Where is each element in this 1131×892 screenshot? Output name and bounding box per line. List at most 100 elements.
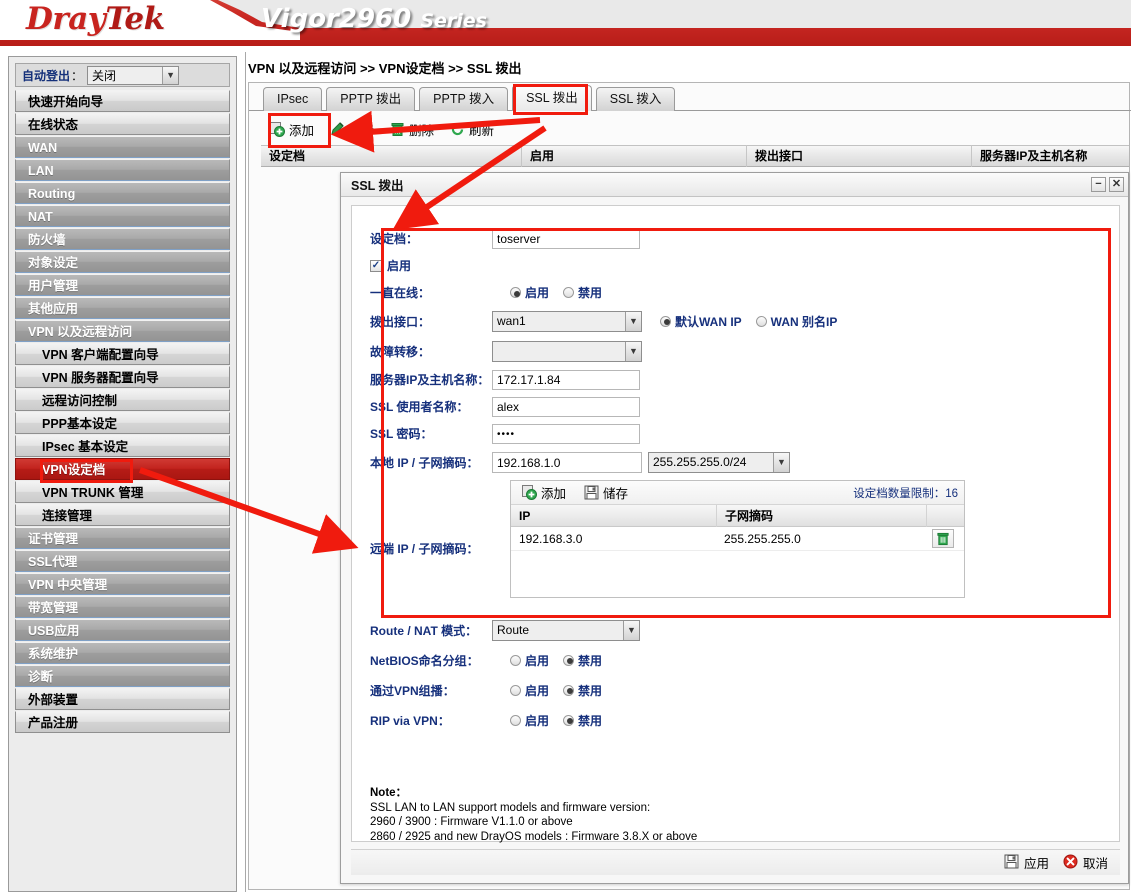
always-on-option-enable[interactable]: 启用 — [510, 284, 549, 301]
failover-select[interactable]: ▼ — [492, 340, 642, 362]
netbios-option-disable[interactable]: 禁用 — [563, 652, 602, 669]
sidebar-item-18[interactable]: 连接管理 — [15, 504, 230, 526]
tab-3[interactable]: SSL 拨出 — [512, 85, 592, 111]
sidebar-item-0[interactable]: 快速开始向导 — [15, 90, 230, 112]
ssl-password-input[interactable]: •••• — [492, 423, 640, 444]
toolbar-button-1[interactable]: 编辑 — [325, 119, 379, 140]
remote-toolbar-button-1[interactable]: 储存 — [579, 482, 633, 503]
sidebar-item-26[interactable]: 外部装置 — [15, 688, 230, 710]
sidebar-item-19[interactable]: 证书管理 — [15, 527, 230, 549]
sidebar-item-22[interactable]: 带宽管理 — [15, 596, 230, 618]
route-nat-value: Route — [497, 623, 530, 637]
multicast-radios: 启用 禁用 — [492, 682, 616, 699]
ssl-username-input[interactable]: alex — [492, 396, 640, 417]
apply-button[interactable]: 应用 — [1004, 853, 1049, 872]
logo-tek: Tek — [105, 1, 165, 37]
sidebar-item-17[interactable]: VPN TRUNK 管理 — [15, 481, 230, 503]
remote-toolbar-button-0[interactable]: 添加 — [517, 482, 571, 503]
tab-4[interactable]: SSL 拨入 — [595, 87, 676, 111]
sidebar-item-label: 诊断 — [28, 670, 54, 684]
cancel-button-label: 取消 — [1082, 857, 1108, 871]
multicast-option-enable[interactable]: 启用 — [510, 682, 549, 699]
dial-interface-value: wan1 — [497, 314, 526, 328]
list-column-header-0[interactable]: 设定档 — [261, 145, 521, 167]
list-column-header-2[interactable]: 拨出接口 — [746, 145, 971, 167]
multicast-label-text: 通过VPN组播 — [370, 683, 443, 698]
always-on-option-disable-label: 禁用 — [578, 286, 603, 300]
sidebar-item-label: 对象设定 — [28, 256, 79, 270]
sidebar-item-13[interactable]: 远程访问控制 — [15, 389, 230, 411]
multicast-option-disable[interactable]: 禁用 — [563, 682, 602, 699]
sidebar-item-2[interactable]: WAN — [15, 136, 230, 158]
list-column-header-1[interactable]: 启用 — [521, 145, 746, 167]
sidebar-item-24[interactable]: 系统维护 — [15, 642, 230, 664]
rip-option-disable-label: 禁用 — [578, 713, 603, 728]
sidebar-item-27[interactable]: 产品注册 — [15, 711, 230, 733]
sidebar-item-25[interactable]: 诊断 — [15, 665, 230, 687]
row-dial-interface: 拨出接口： wan1 ▼ 默认WAN IP WAN 别名IP — [370, 307, 1105, 335]
multicast-colon: ： — [442, 683, 455, 698]
sidebar-item-8[interactable]: 用户管理 — [15, 274, 230, 296]
sidebar-item-7[interactable]: 对象设定 — [15, 251, 230, 273]
sidebar-item-label: USB应用 — [28, 624, 80, 638]
sidebar-item-21[interactable]: VPN 中央管理 — [15, 573, 230, 595]
netbios-option-disable-label: 禁用 — [578, 653, 603, 668]
rip-option-enable[interactable]: 启用 — [510, 712, 549, 729]
auto-logout-select[interactable]: 关闭 ▼ — [87, 65, 180, 85]
server-ip-colon: ： — [477, 373, 490, 387]
route-nat-select[interactable]: Route ▼ — [492, 619, 640, 641]
sidebar-item-9[interactable]: 其他应用 — [15, 297, 230, 319]
failover-label: 故障转移： — [370, 343, 492, 360]
sidebar-item-20[interactable]: SSL代理 — [15, 550, 230, 572]
minimize-icon[interactable]: − — [1091, 177, 1106, 192]
netbios-option-enable[interactable]: 启用 — [510, 652, 549, 669]
sidebar-item-23[interactable]: USB应用 — [15, 619, 230, 641]
sidebar-item-16[interactable]: VPN设定档 — [15, 458, 230, 480]
close-icon[interactable]: ✕ — [1109, 177, 1124, 192]
draytek-logo: DrayTek — [26, 1, 165, 37]
add-icon — [270, 121, 285, 137]
sidebar-item-label: SSL代理 — [28, 555, 78, 569]
ssl-password-label-text: SSL 密码 — [370, 427, 421, 441]
sidebar-item-label: IPsec 基本设定 — [42, 440, 129, 454]
sidebar-item-label: 连接管理 — [42, 509, 93, 523]
wan-ip-default-label: 默认WAN IP — [675, 314, 742, 329]
profile-input[interactable]: toserver — [492, 228, 640, 249]
cancel-button[interactable]: 取消 — [1063, 853, 1108, 872]
trash-icon[interactable] — [932, 529, 954, 548]
sidebar-item-10[interactable]: VPN 以及远程访问 — [15, 320, 230, 342]
enable-checkbox[interactable]: ✓ 启用 — [370, 257, 492, 274]
always-on-option-disable[interactable]: 禁用 — [563, 284, 602, 301]
toolbar-button-0[interactable]: 添加 — [265, 119, 319, 140]
server-ip-input[interactable]: 172.17.1.84 — [492, 369, 640, 390]
sidebar-item-11[interactable]: VPN 客户端配置向导 — [15, 343, 230, 365]
list-column-header-3[interactable]: 服务器IP及主机名称 — [971, 145, 1129, 167]
tab-0[interactable]: IPsec — [263, 87, 323, 111]
profile-label: 设定档： — [370, 230, 492, 247]
remote-column-header-0: IP — [519, 508, 531, 523]
remote-ip-table: 添加 储存 设定档数量限制：16 IP 子网摘码 192.168.3.0 255.255… — [510, 480, 965, 598]
sidebar-item-4[interactable]: Routing — [15, 182, 230, 204]
profile-colon: ： — [406, 232, 419, 246]
tab-1[interactable]: PPTP 拨出 — [326, 87, 416, 111]
sidebar-item-3[interactable]: LAN — [15, 159, 230, 181]
sidebar-item-5[interactable]: NAT — [15, 205, 230, 227]
sidebar-item-1[interactable]: 在线状态 — [15, 113, 230, 135]
dial-interface-select[interactable]: wan1 ▼ — [492, 310, 642, 332]
tab-2[interactable]: PPTP 拨入 — [419, 87, 509, 111]
local-mask-select[interactable]: 255.255.255.0/24 ▼ — [648, 451, 790, 473]
sidebar-item-14[interactable]: PPP基本设定 — [15, 412, 230, 434]
toolbar-button-2[interactable]: 删除 — [385, 119, 439, 140]
wan-ip-alias[interactable]: WAN 别名IP — [755, 313, 837, 330]
sidebar-item-15[interactable]: IPsec 基本设定 — [15, 435, 230, 457]
wan-ip-default[interactable]: 默认WAN IP — [660, 313, 742, 330]
sidebar-item-6[interactable]: 防火墙 — [15, 228, 230, 250]
local-ip-input[interactable]: 192.168.1.0 — [492, 451, 642, 473]
toolbar-button-3[interactable]: 刷新 — [445, 119, 499, 140]
sidebar-item-12[interactable]: VPN 服务器配置向导 — [15, 366, 230, 388]
remote-table-row[interactable]: 192.168.3.0 255.255.255.0 — [511, 527, 964, 551]
sidebar: 自动登出： 关闭 ▼ 快速开始向导 在线状态 WAN LAN Routing NAT 防火墙… — [8, 56, 237, 892]
save-icon — [1004, 854, 1019, 872]
rip-option-disable[interactable]: 禁用 — [563, 712, 602, 729]
row-local-ip: 本地 IP / 子网摘码： 192.168.1.0 255.255.255.0/… — [370, 448, 1105, 476]
